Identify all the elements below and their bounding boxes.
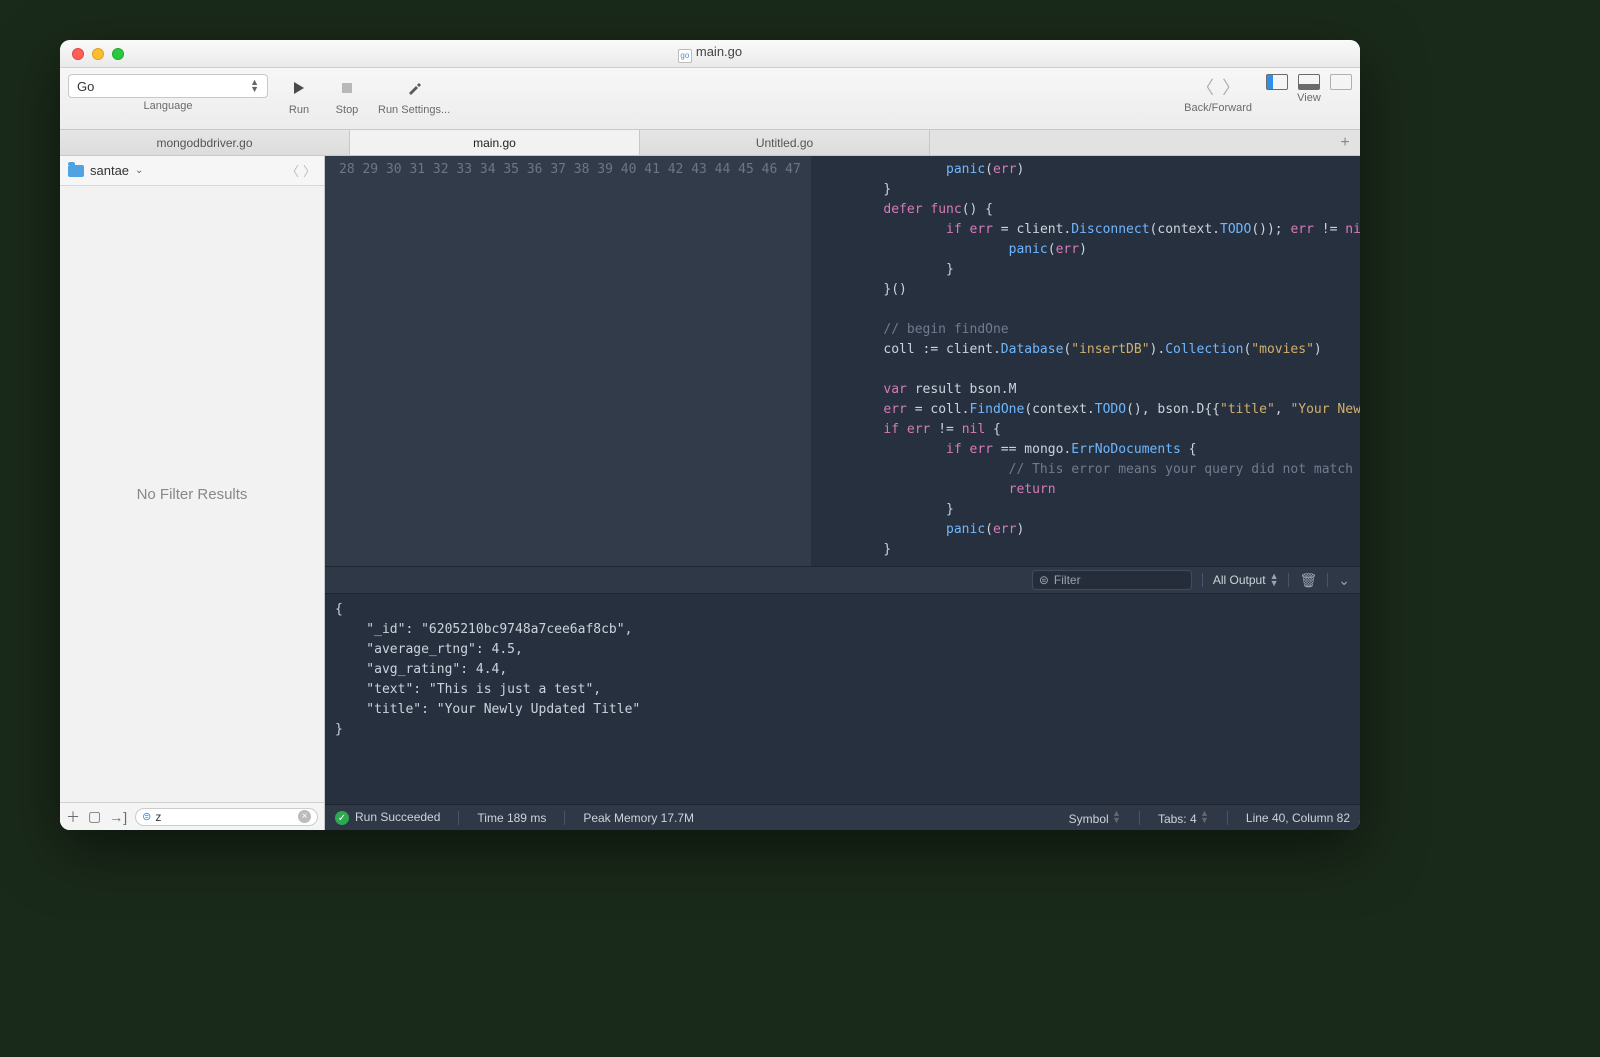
sidebar-filter-input[interactable]: ⊜ z × [135,808,318,826]
close-window-button[interactable] [72,48,84,60]
filter-value: z [155,810,161,824]
view-plain-button[interactable] [1330,74,1352,90]
forward-button[interactable]: 〉 [1222,74,1240,100]
chevron-updown-icon: ▲▼ [1270,573,1279,587]
console-filter-placeholder: Filter [1054,573,1081,587]
tab-main[interactable]: main.go [350,130,640,155]
code-content[interactable]: panic(err) } defer func() { if err = cli… [811,156,1360,566]
sidebar-empty-state: No Filter Results [60,186,324,802]
window-controls [60,48,124,60]
tab-untitled[interactable]: Untitled.go [640,130,930,155]
filter-icon: ⊜ [142,810,151,823]
run-settings-label: Run Settings... [378,104,450,116]
document-icon: go [678,49,692,63]
stop-label: Stop [336,104,359,116]
run-label: Run [289,104,309,116]
console-output[interactable]: { "_id": "6205210bc9748a7cee6af8cb", "av… [325,594,1360,804]
sidebar-back-button[interactable]: 〈 [286,161,299,180]
view-bottom-panel-button[interactable] [1298,74,1320,90]
window-title-text: main.go [696,44,742,59]
check-icon: ✓ [335,811,349,825]
zoom-window-button[interactable] [112,48,124,60]
view-label: View [1297,92,1321,104]
cursor-position: Line 40, Column 82 [1246,811,1350,825]
chevron-down-icon: ⌄ [135,165,143,176]
backforward-label: Back/Forward [1184,102,1252,114]
run-button[interactable] [282,74,316,102]
sidebar-footer: ＋ ▢ →] ⊜ z × [60,802,324,830]
folder-icon [68,165,84,177]
language-selector[interactable]: Go ▲▼ [68,74,268,98]
run-status: ✓Run Succeeded [335,810,440,826]
chevron-down-icon[interactable]: ⌄ [1338,572,1350,589]
sidebar-header[interactable]: santae ⌄ 〈 〉 [60,156,324,186]
status-bar: ✓Run Succeeded Time 189 ms Peak Memory 1… [325,804,1360,830]
tab-mongodbdriver[interactable]: mongodbdriver.go [60,130,350,155]
line-gutter: 28 29 30 31 32 33 34 35 36 37 38 39 40 4… [325,156,811,566]
titlebar: go main.go [60,40,1360,68]
tabs-selector[interactable]: Tabs: 4 ▲▼ [1158,810,1209,826]
status-memory: Peak Memory 17.7M [583,811,694,825]
sidebar-forward-button[interactable]: 〉 [303,161,316,180]
trash-icon[interactable]: 🗑 [1299,572,1317,589]
sidebar: santae ⌄ 〈 〉 No Filter Results ＋ ▢ →] ⊜ … [60,156,325,830]
import-icon[interactable]: →] [109,809,127,825]
console-output-selector[interactable]: All Output ▲▼ [1213,573,1279,587]
main-split: santae ⌄ 〈 〉 No Filter Results ＋ ▢ →] ⊜ … [60,156,1360,830]
symbol-selector[interactable]: Symbol ▲▼ [1069,810,1121,826]
toolbar: Go ▲▼ Language Run Stop Run Settings... [60,68,1360,130]
view-left-panel-button[interactable] [1266,74,1288,90]
new-folder-icon[interactable]: ▢ [88,808,101,825]
editor-panel: 28 29 30 31 32 33 34 35 36 37 38 39 40 4… [325,156,1360,830]
language-label: Language [144,100,193,112]
console-filter-input[interactable]: ⊜ Filter [1032,570,1192,590]
console-toolbar: ⊜ Filter All Output ▲▼ 🗑 ⌄ [325,566,1360,594]
project-name: santae [90,163,129,178]
window-title: go main.go [60,44,1360,63]
new-tab-button[interactable]: + [1330,130,1360,155]
code-editor[interactable]: 28 29 30 31 32 33 34 35 36 37 38 39 40 4… [325,156,1360,566]
app-window: go main.go Go ▲▼ Language Run Stop [60,40,1360,830]
status-time: Time 189 ms [477,811,546,825]
minimize-window-button[interactable] [92,48,104,60]
run-settings-button[interactable] [397,74,431,102]
language-value: Go [77,79,94,94]
clear-filter-button[interactable]: × [298,810,311,823]
filter-icon: ⊜ [1039,573,1049,587]
chevron-updown-icon: ▲▼ [250,79,259,93]
stop-button[interactable] [330,74,364,102]
add-icon[interactable]: ＋ [66,807,80,827]
back-button[interactable]: 〈 [1196,74,1214,100]
tab-bar: mongodbdriver.go main.go Untitled.go + [60,130,1360,156]
